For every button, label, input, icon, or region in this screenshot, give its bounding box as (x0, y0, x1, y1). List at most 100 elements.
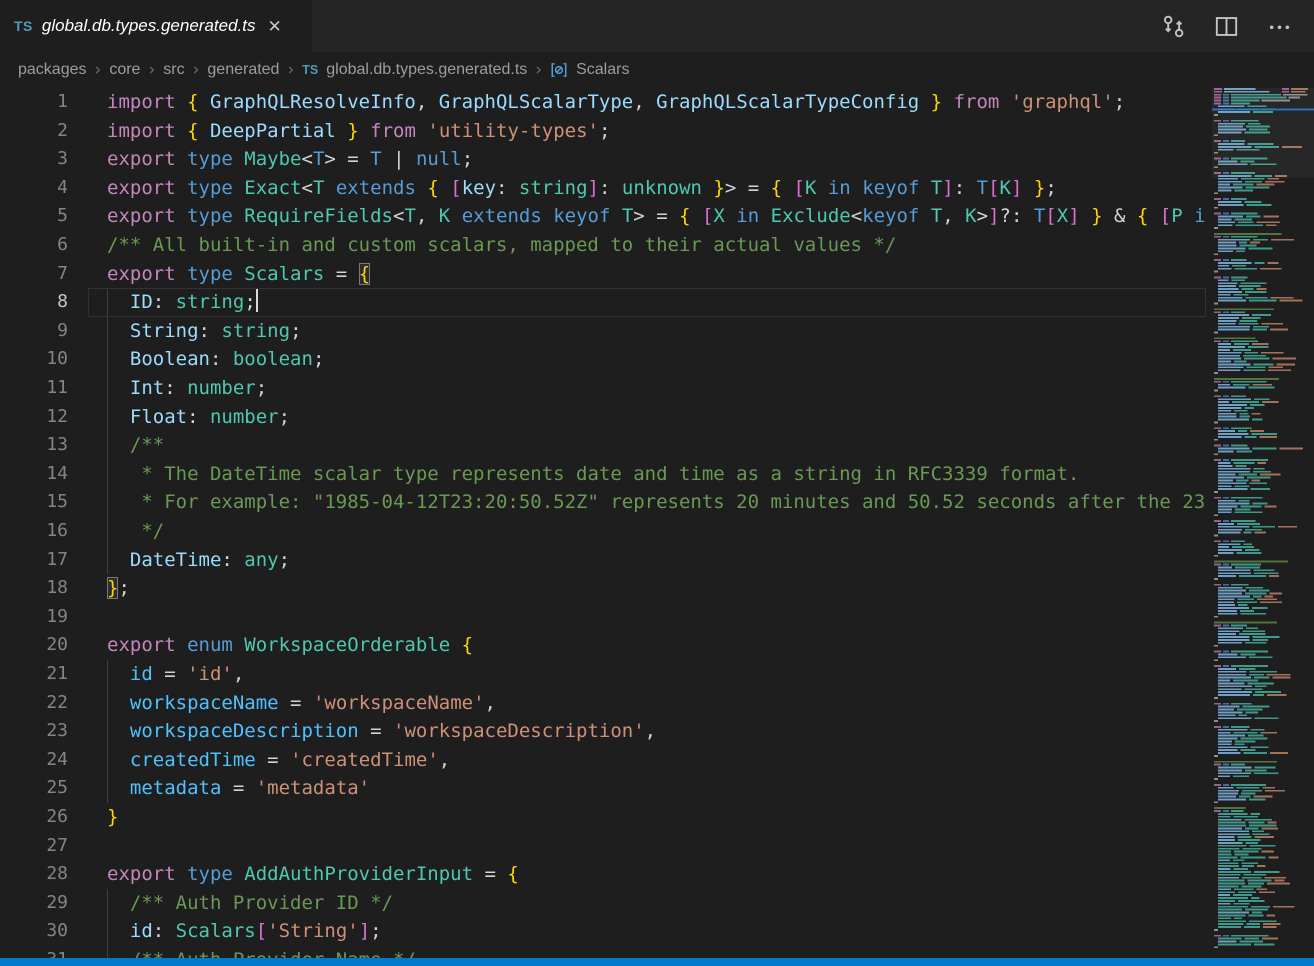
line-number[interactable]: 16 (0, 517, 68, 546)
code-line[interactable]: 23 workspaceDescription = 'workspaceDesc… (0, 717, 1206, 746)
line-number[interactable]: 2 (0, 117, 68, 146)
indent-guide (107, 345, 108, 374)
code-line[interactable]: 17 DateTime: any; (0, 546, 1206, 575)
line-number[interactable]: 17 (0, 546, 68, 575)
code-text (68, 832, 107, 861)
code-line[interactable]: 6/** All built-in and custom scalars, ma… (0, 231, 1206, 260)
line-number[interactable]: 20 (0, 631, 68, 660)
code-line[interactable]: 31 /** Auth Provider Name */ (0, 946, 1206, 958)
line-number[interactable]: 3 (0, 145, 68, 174)
breadcrumb-generated[interactable]: generated (207, 61, 279, 79)
code-line[interactable]: 10 Boolean: boolean; (0, 345, 1206, 374)
line-number[interactable]: 1 (0, 88, 68, 117)
indent-guide (107, 517, 108, 546)
code-text (68, 603, 107, 632)
code-text: export type Maybe<T> = T | null; (68, 145, 473, 174)
breadcrumb-packages[interactable]: packages (18, 61, 87, 79)
code-line[interactable]: 30 id: Scalars['String']; (0, 917, 1206, 946)
tab-global-db-types-generated-ts[interactable]: TS global.db.types.generated.ts ✕ (0, 0, 312, 52)
line-number[interactable]: 8 (0, 288, 68, 317)
code-line[interactable]: 24 createdTime = 'createdTime', (0, 746, 1206, 775)
line-number[interactable]: 13 (0, 431, 68, 460)
code-line[interactable]: 22 workspaceName = 'workspaceName', (0, 689, 1206, 718)
line-number[interactable]: 15 (0, 488, 68, 517)
line-number[interactable]: 23 (0, 717, 68, 746)
line-number[interactable]: 6 (0, 231, 68, 260)
code-line[interactable]: 8 ID: string; (0, 288, 1206, 317)
line-number[interactable]: 31 (0, 946, 68, 958)
code-line[interactable]: 11 Int: number; (0, 374, 1206, 403)
code-line[interactable]: 14 * The DateTime scalar type represents… (0, 460, 1206, 489)
code-line[interactable]: 7export type Scalars = { (0, 260, 1206, 289)
indent-guide (107, 946, 108, 958)
breadcrumb-file[interactable]: global.db.types.generated.ts (326, 61, 527, 79)
code-line[interactable]: 12 Float: number; (0, 403, 1206, 432)
line-number[interactable]: 9 (0, 317, 68, 346)
line-number[interactable]: 27 (0, 832, 68, 861)
code-line[interactable]: 5export type RequireFields<T, K extends … (0, 202, 1206, 231)
chevron-right-icon: › (535, 60, 542, 80)
code-line[interactable]: 13 /** (0, 431, 1206, 460)
code-text: */ (68, 517, 164, 546)
code-line[interactable]: 3export type Maybe<T> = T | null; (0, 145, 1206, 174)
code-text: Int: number; (68, 374, 267, 403)
code-line[interactable]: 28export type AddAuthProviderInput = { (0, 860, 1206, 889)
code-line[interactable]: 15 * For example: "1985-04-12T23:20:50.5… (0, 488, 1206, 517)
open-changes-icon[interactable] (1161, 14, 1186, 39)
close-icon[interactable]: ✕ (268, 18, 282, 35)
text-cursor (256, 289, 258, 312)
line-number[interactable]: 25 (0, 774, 68, 803)
line-number[interactable]: 19 (0, 603, 68, 632)
line-number[interactable]: 28 (0, 860, 68, 889)
line-number[interactable]: 21 (0, 660, 68, 689)
indent-guide (107, 431, 108, 460)
line-number[interactable]: 11 (0, 374, 68, 403)
line-number[interactable]: 18 (0, 574, 68, 603)
breadcrumb-src[interactable]: src (163, 61, 184, 79)
indent-guide (107, 546, 108, 575)
more-actions-icon[interactable] (1267, 14, 1292, 39)
code-line[interactable]: 20export enum WorkspaceOrderable { (0, 631, 1206, 660)
code-line[interactable]: 9 String: string; (0, 317, 1206, 346)
indent-guide (107, 889, 108, 918)
line-number[interactable]: 26 (0, 803, 68, 832)
code-line[interactable]: 18}; (0, 574, 1206, 603)
code-line[interactable]: 2import { DeepPartial } from 'utility-ty… (0, 117, 1206, 146)
code-line[interactable]: 25 metadata = 'metadata' (0, 774, 1206, 803)
breadcrumb-symbol-scalars[interactable]: Scalars (576, 61, 629, 79)
line-number[interactable]: 5 (0, 202, 68, 231)
code-line[interactable]: 21 id = 'id', (0, 660, 1206, 689)
line-number[interactable]: 30 (0, 917, 68, 946)
code-line[interactable]: 29 /** Auth Provider ID */ (0, 889, 1206, 918)
line-number[interactable]: 22 (0, 689, 68, 718)
line-number[interactable]: 12 (0, 403, 68, 432)
indent-guide (107, 689, 108, 718)
code-text: id = 'id', (68, 660, 244, 689)
breadcrumb-core[interactable]: core (109, 61, 140, 79)
line-number[interactable]: 14 (0, 460, 68, 489)
indent-guide (107, 288, 108, 317)
indent-guide (107, 403, 108, 432)
code-line[interactable]: 27 (0, 832, 1206, 861)
minimap[interactable] (1212, 88, 1314, 958)
code-text: Float: number; (68, 403, 290, 432)
code-line[interactable]: 26} (0, 803, 1206, 832)
code-line[interactable]: 16 */ (0, 517, 1206, 546)
indent-guide (107, 488, 108, 517)
code-text: /** All built-in and custom scalars, map… (68, 231, 896, 260)
indent-guide (107, 774, 108, 803)
line-number[interactable]: 10 (0, 345, 68, 374)
code-text: /** (68, 431, 164, 460)
split-editor-icon[interactable] (1214, 14, 1239, 39)
line-number[interactable]: 7 (0, 260, 68, 289)
code-line[interactable]: 1import { GraphQLResolveInfo, GraphQLSca… (0, 88, 1206, 117)
code-line[interactable]: 19 (0, 603, 1206, 632)
line-number[interactable]: 29 (0, 889, 68, 918)
code-text: /** Auth Provider ID */ (68, 889, 393, 918)
code-line[interactable]: 4export type Exact<T extends { [key: str… (0, 174, 1206, 203)
line-number[interactable]: 4 (0, 174, 68, 203)
chevron-right-icon: › (287, 60, 294, 80)
editor[interactable]: 1import { GraphQLResolveInfo, GraphQLSca… (0, 88, 1206, 958)
code-text: String: string; (68, 317, 302, 346)
line-number[interactable]: 24 (0, 746, 68, 775)
